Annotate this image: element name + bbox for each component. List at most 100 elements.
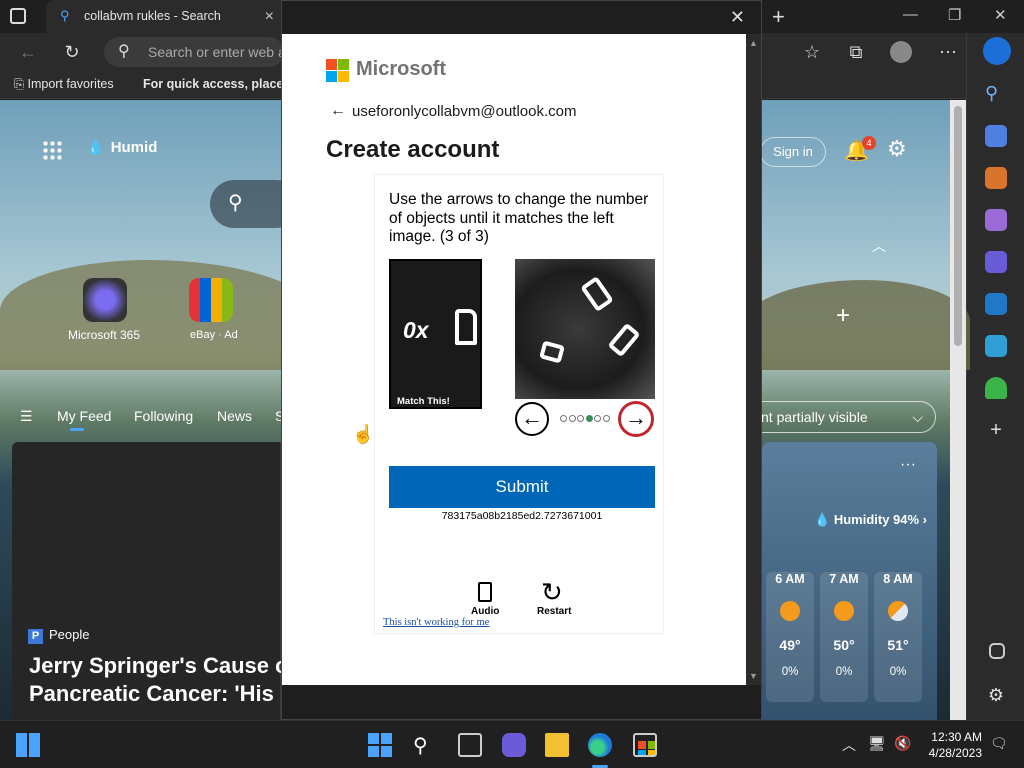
- microsoft-365-tile[interactable]: [83, 278, 127, 322]
- back-icon[interactable]: ←: [16, 40, 40, 64]
- minimize-icon[interactable]: —: [903, 6, 918, 23]
- new-tab-icon[interactable]: +: [772, 4, 785, 30]
- file-explorer-icon[interactable]: [545, 733, 569, 757]
- submit-button[interactable]: Submit: [389, 466, 655, 508]
- candidate-object: [607, 322, 641, 358]
- page-settings-icon[interactable]: ⚙: [887, 136, 907, 162]
- account-email: useforonlycollabvm@outlook.com: [352, 103, 577, 120]
- send-icon[interactable]: [985, 335, 1007, 357]
- session-token: 783175a08b2185ed2.7273671001: [441, 510, 603, 522]
- start-icon[interactable]: [368, 733, 392, 757]
- tab-news[interactable]: News: [217, 408, 252, 424]
- more-menu-icon[interactable]: ⋯: [936, 40, 960, 64]
- system-clock[interactable]: 12:30 AM 4/28/2023: [924, 729, 982, 761]
- scrollbar-thumb[interactable]: [954, 106, 962, 346]
- add-shortcut-icon[interactable]: +: [836, 302, 850, 330]
- close-tab-icon[interactable]: ×: [265, 0, 274, 33]
- outlook-icon[interactable]: [985, 293, 1007, 315]
- create-account-dialog: Microsoft ← useforonlycollabvm@outlook.c…: [282, 34, 746, 685]
- notification-badge: 4: [862, 136, 876, 150]
- people-logo-icon: P: [28, 629, 43, 644]
- humidity-drop-icon: 💧: [814, 512, 831, 527]
- window-close-icon[interactable]: ✕: [994, 6, 1007, 24]
- network-icon[interactable]: 🖥: [868, 735, 886, 752]
- tab-search[interactable]: ⚲ collabvm rukles - Search ×: [46, 0, 286, 33]
- volume-muted-icon[interactable]: 🔇: [894, 735, 911, 752]
- reference-image-text: 0x: [403, 317, 429, 343]
- back-arrow-icon[interactable]: ←: [330, 102, 346, 120]
- refresh-icon[interactable]: ↻: [60, 40, 84, 64]
- search-icon: ⚲: [60, 8, 70, 23]
- add-icon[interactable]: +: [985, 419, 1007, 441]
- tools-icon[interactable]: [985, 167, 1007, 189]
- task-view-icon[interactable]: [458, 733, 482, 757]
- dialog-scrollbar[interactable]: ▲ ▼: [746, 34, 761, 685]
- position-dot-active: [585, 415, 593, 422]
- sidebar-toggle-icon[interactable]: [989, 643, 1005, 659]
- news-source: P People: [28, 627, 89, 644]
- humidity-drop-icon: 💧: [86, 139, 105, 156]
- edge-sidebar: ⚲ + ⚙: [966, 33, 1024, 720]
- search-icon: ⚲: [228, 192, 243, 214]
- restart-button-label[interactable]: Restart: [537, 606, 571, 617]
- teams-chat-icon[interactable]: [502, 733, 526, 757]
- microsoft-365-icon[interactable]: [985, 251, 1007, 273]
- address-bar[interactable]: ⚲ Search or enter web a: [104, 37, 284, 67]
- page-scrollbar[interactable]: [950, 100, 966, 720]
- signup-window: ✕ Microsoft ← useforonlycollabvm@outlook…: [281, 0, 762, 720]
- chevron-up-icon[interactable]: ︿: [872, 236, 886, 256]
- store-icon[interactable]: [633, 733, 657, 757]
- favorites-hint: For quick access, place yo: [143, 77, 302, 91]
- app-launcher-icon[interactable]: [42, 140, 62, 160]
- humidity-label: 💧 Humidity 94% ›: [814, 512, 928, 527]
- import-favorites-link[interactable]: ⎘ Import favorites: [14, 77, 114, 92]
- weather-card[interactable]: ··· 💧 Humidity 94% › 6 AM 49° 0% 7 AM 50…: [762, 442, 937, 720]
- more-options-icon[interactable]: ···: [900, 456, 916, 474]
- feed-menu-icon[interactable]: ☰: [20, 408, 33, 425]
- chevron-up-icon[interactable]: ︿: [842, 735, 856, 755]
- content-visibility-dropdown[interactable]: nt partially visible ⌵: [748, 401, 936, 433]
- collections-icon[interactable]: ⧉: [844, 40, 868, 64]
- ebay-tile[interactable]: [189, 278, 233, 322]
- weather-summary[interactable]: 💧 Humid: [86, 138, 157, 156]
- microsoft-logo-icon: [326, 59, 349, 82]
- sign-in-button[interactable]: Sign in: [760, 137, 826, 167]
- scroll-up-icon[interactable]: ▲: [749, 38, 758, 48]
- reference-object: [455, 309, 477, 345]
- audio-button-label[interactable]: Audio: [471, 606, 499, 617]
- next-arrow-button[interactable]: →: [619, 402, 653, 436]
- close-icon[interactable]: ✕: [730, 7, 745, 28]
- audio-icon[interactable]: [478, 582, 492, 602]
- not-working-link[interactable]: This isn't working for me: [383, 617, 489, 628]
- notification-center-icon[interactable]: 🗨: [990, 735, 1008, 752]
- tab-my-feed[interactable]: My Feed: [57, 408, 111, 424]
- tab-actions-icon[interactable]: [10, 8, 26, 24]
- previous-arrow-button[interactable]: ←: [515, 402, 549, 436]
- search-icon[interactable]: ⚲: [985, 83, 1007, 105]
- candidate-object: [539, 340, 565, 364]
- tab-title: collabvm rukles - Search: [84, 9, 221, 23]
- widgets-icon[interactable]: [16, 733, 40, 757]
- edge-icon[interactable]: [588, 733, 612, 757]
- position-dot: [594, 415, 601, 422]
- tab-following[interactable]: Following: [134, 408, 193, 424]
- favorites-star-icon[interactable]: ☆: [800, 40, 824, 64]
- profile-avatar-icon[interactable]: [890, 41, 912, 63]
- mouse-cursor-icon: ☝: [352, 424, 375, 444]
- bing-chat-icon[interactable]: [983, 37, 1011, 65]
- shopping-icon[interactable]: [985, 125, 1007, 147]
- tile-label: Microsoft 365: [68, 328, 141, 342]
- tree-icon[interactable]: [985, 377, 1007, 399]
- games-icon[interactable]: [985, 209, 1007, 231]
- page-title: Create account: [326, 136, 500, 163]
- settings-icon[interactable]: ⚙: [985, 685, 1007, 707]
- search-icon[interactable]: ⚲: [413, 733, 437, 757]
- reference-image: 0x Match This!: [389, 259, 482, 409]
- restart-icon[interactable]: ↻: [541, 577, 563, 608]
- scroll-down-icon[interactable]: ▼: [749, 671, 758, 681]
- match-this-label: Match This!: [397, 396, 450, 407]
- hourly-forecast: 7 AM 50° 0%: [820, 572, 868, 702]
- restore-icon[interactable]: ❐: [948, 6, 961, 24]
- captcha-panel: Use the arrows to change the number of o…: [374, 174, 664, 634]
- image-position-dots: [560, 409, 612, 427]
